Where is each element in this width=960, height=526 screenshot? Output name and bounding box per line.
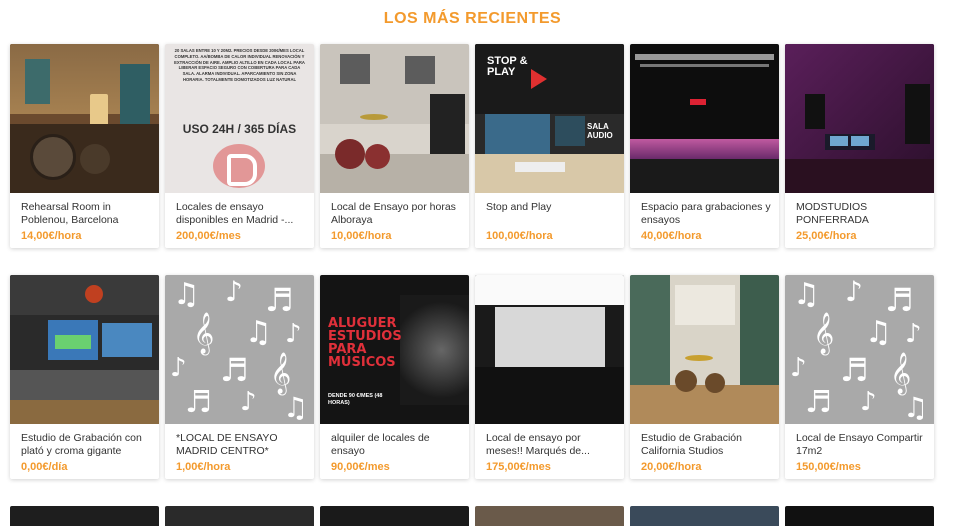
- listing-title: Estudio de Grabación con plató y croma g…: [21, 432, 142, 457]
- listing-card[interactable]: STOP & PLAY SALA AUDIO Stop and Play 100…: [475, 44, 624, 248]
- listing-title: Stop and Play: [486, 201, 552, 213]
- listing-title: Estudio de Grabación California Studios: [641, 432, 742, 457]
- listing-card[interactable]: Rehearsal Room in Poblenou, Barcelona 14…: [10, 44, 159, 248]
- listing-price: 90,00€/mes: [331, 461, 390, 473]
- listing-card[interactable]: ♫ ♪ ♬ 𝄞 ♫ ♪ ♪ ♬ 𝄞 ♬ ♪ ♫ Local de Ensayo …: [785, 275, 934, 479]
- listing-card[interactable]: Estudio de Grabación con plató y croma g…: [10, 275, 159, 479]
- listing-price: 0,00€/día: [21, 461, 68, 473]
- listing-photo: 20 SALAS ENTRE 10 Y 20M2. PRECIOS DESDE …: [165, 44, 314, 193]
- listing-card[interactable]: ♫ ♪ ♬ 𝄞 ♫ ♪ ♪ ♬ 𝄞 ♬ ♪ ♫ *LOCAL DE ENSAYO…: [165, 275, 314, 479]
- listing-photo: [630, 44, 779, 193]
- listing-photo: STOP & PLAY SALA AUDIO: [475, 44, 624, 193]
- listing-card[interactable]: Estudio de Grabación California Studios …: [630, 275, 779, 479]
- listing-card[interactable]: [785, 506, 934, 526]
- listing-price: 10,00€/hora: [331, 230, 392, 242]
- listing-card[interactable]: [630, 506, 779, 526]
- listing-title: *LOCAL DE ENSAYO MADRID CENTRO*: [176, 432, 278, 457]
- listing-photo: [10, 44, 159, 193]
- poster-price: DENDE 90 €/MES (48 HORAS): [328, 393, 383, 406]
- listing-price: 14,00€/hora: [21, 230, 82, 242]
- listing-card[interactable]: [165, 506, 314, 526]
- listing-title: Local de ensayo por meses!! Marqués de..…: [486, 432, 590, 457]
- listing-card[interactable]: 20 SALAS ENTRE 10 Y 20M2. PRECIOS DESDE …: [165, 44, 314, 248]
- listing-card[interactable]: MODSTUDIOS PONFERRADA 25,00€/hora: [785, 44, 934, 248]
- listing-price: 1,00€/hora: [176, 461, 231, 473]
- listing-photo: ♫ ♪ ♬ 𝄞 ♫ ♪ ♪ ♬ 𝄞 ♬ ♪ ♫: [785, 275, 934, 424]
- listing-photo: [630, 275, 779, 424]
- listings-row: Rehearsal Room in Poblenou, Barcelona 14…: [10, 44, 934, 248]
- listing-title: Locales de ensayo disponibles en Madrid …: [176, 201, 294, 226]
- listing-title: MODSTUDIOS PONFERRADA: [796, 201, 869, 226]
- listings-row-partial: [10, 506, 934, 526]
- listing-photo: ♫ ♪ ♬ 𝄞 ♫ ♪ ♪ ♬ 𝄞 ♬ ♪ ♫: [165, 275, 314, 424]
- listing-card[interactable]: Local de ensayo por meses!! Marqués de..…: [475, 275, 624, 479]
- listing-photo: [10, 275, 159, 424]
- listing-card[interactable]: ALUGUER ESTUDIOS PARA MÚSICOS DENDE 90 €…: [320, 275, 469, 479]
- listing-card[interactable]: [10, 506, 159, 526]
- listing-price: 200,00€/mes: [176, 230, 241, 242]
- listing-price: 25,00€/hora: [796, 230, 857, 242]
- listing-card[interactable]: Local de Ensayo por horas Alboraya 10,00…: [320, 44, 469, 248]
- promo-text: 20 SALAS ENTRE 10 Y 20M2. PRECIOS DESDE …: [174, 48, 305, 82]
- room-sign: SALA AUDIO: [587, 122, 613, 140]
- section-title: LOS MÁS RECIENTES: [383, 10, 562, 27]
- poster-headline: ALUGUER ESTUDIOS PARA MÚSICOS: [328, 316, 402, 370]
- listing-price: 40,00€/hora: [641, 230, 702, 242]
- listing-card[interactable]: Espacio para grabaciones y ensayos 40,00…: [630, 44, 779, 248]
- listing-card[interactable]: [320, 506, 469, 526]
- listing-price: 150,00€/mes: [796, 461, 861, 473]
- listing-price: 20,00€/hora: [641, 461, 702, 473]
- listing-photo: ALUGUER ESTUDIOS PARA MÚSICOS DENDE 90 €…: [320, 275, 469, 424]
- listing-title: Rehearsal Room in Poblenou, Barcelona: [21, 201, 119, 226]
- listing-photo: [475, 275, 624, 424]
- listing-price: 175,00€/mes: [486, 461, 551, 473]
- listing-price: 100,00€/hora: [486, 230, 553, 242]
- listing-photo: [785, 44, 934, 193]
- listing-title: Local de Ensayo Compartir 17m2: [796, 432, 923, 457]
- listing-title: Espacio para grabaciones y ensayos: [641, 201, 771, 226]
- listings-row: Estudio de Grabación con plató y croma g…: [10, 275, 934, 479]
- listing-photo: [320, 44, 469, 193]
- listing-card[interactable]: [475, 506, 624, 526]
- listing-title: alquiler de locales de ensayo: [331, 432, 430, 457]
- promo-headline: USO 24H / 365 DÍAS: [182, 122, 297, 136]
- listing-title: Local de Ensayo por horas Alboraya: [331, 201, 456, 226]
